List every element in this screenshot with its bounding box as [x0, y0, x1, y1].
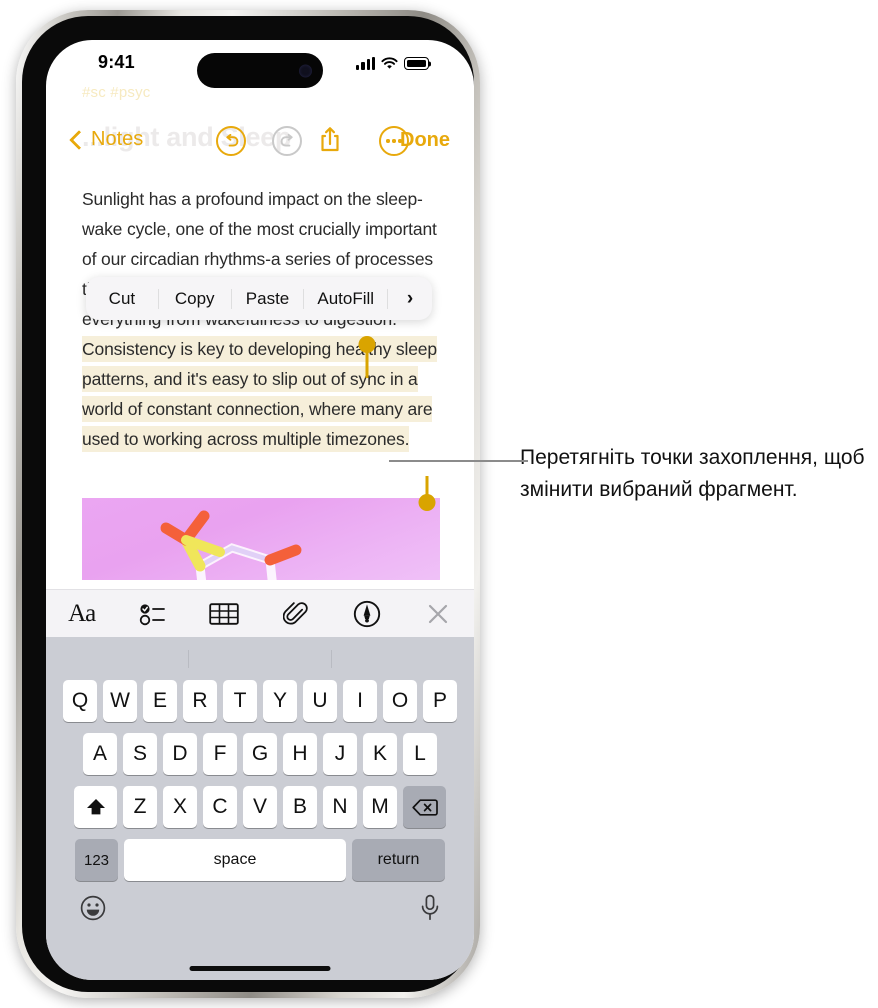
- text-format-button[interactable]: Aa: [46, 590, 117, 638]
- prediction-slot[interactable]: [46, 649, 189, 668]
- key-l[interactable]: L: [403, 733, 437, 775]
- more-menu-chevron-icon[interactable]: ›: [388, 288, 432, 310]
- keyboard-row-1: Q W E R T Y U I O P: [46, 680, 474, 722]
- keyboard-row-4: 123 space return: [46, 839, 474, 881]
- table-icon: [209, 603, 240, 625]
- key-i[interactable]: I: [343, 680, 377, 722]
- back-label: Notes: [91, 128, 144, 150]
- microphone-icon[interactable]: [420, 894, 440, 922]
- status-indicators: [356, 54, 429, 70]
- text-context-menu[interactable]: Cut Copy Paste AutoFill ›: [86, 277, 432, 320]
- redo-button[interactable]: [272, 126, 302, 156]
- autofill-menu-item[interactable]: AutoFill: [304, 288, 389, 309]
- note-content-area[interactable]: Sunlight has a profound impact on the sl…: [46, 176, 474, 580]
- cut-menu-item[interactable]: Cut: [86, 288, 159, 309]
- callout-text: Перетягніть точки захоплення, щоб змінит…: [520, 446, 865, 501]
- close-toolbar-button[interactable]: [403, 590, 474, 638]
- share-up-arrow-icon: [321, 127, 339, 152]
- phone-screen: #sc #psyc ...light and Sleep 9:41 Notes …: [46, 40, 474, 980]
- numbers-key[interactable]: 123: [75, 839, 118, 881]
- done-button[interactable]: Done: [400, 129, 450, 152]
- shift-key[interactable]: [74, 786, 117, 828]
- handle-bar: [365, 348, 369, 378]
- on-screen-keyboard[interactable]: Q W E R T Y U I O P A S D F G H J K L Z …: [46, 637, 474, 980]
- navigation-bar: Notes Done: [46, 126, 474, 168]
- note-format-toolbar: Aa: [46, 589, 474, 638]
- share-button[interactable]: [318, 124, 342, 161]
- key-z[interactable]: Z: [123, 786, 157, 828]
- redo-arrow-icon: [272, 126, 302, 156]
- key-e[interactable]: E: [143, 680, 177, 722]
- phone-bezel: #sc #psyc ...light and Sleep 9:41 Notes …: [22, 16, 474, 992]
- markup-button[interactable]: [331, 590, 402, 638]
- text-format-label: Aa: [68, 600, 96, 627]
- predictive-text-bar[interactable]: [46, 637, 474, 680]
- backspace-icon: [411, 798, 438, 816]
- checklist-icon: [139, 604, 165, 626]
- chevron-left-icon: [69, 129, 89, 150]
- shift-arrow-icon: [86, 799, 105, 815]
- key-d[interactable]: D: [163, 733, 197, 775]
- backspace-key[interactable]: [403, 786, 446, 828]
- status-bar: 9:41: [46, 40, 474, 92]
- home-indicator: [189, 966, 331, 971]
- key-p[interactable]: P: [423, 680, 457, 722]
- key-x[interactable]: X: [163, 786, 197, 828]
- callout-leader-line: [389, 460, 528, 462]
- key-f[interactable]: F: [203, 733, 237, 775]
- phone-frame: #sc #psyc ...light and Sleep 9:41 Notes …: [16, 10, 480, 998]
- cellular-signal-icon: [356, 57, 375, 70]
- undo-arrow-icon: [216, 126, 246, 156]
- emoji-smiley-icon[interactable]: [80, 895, 106, 921]
- battery-icon: [404, 57, 429, 70]
- attachment-button[interactable]: [260, 590, 331, 638]
- back-to-notes-button[interactable]: Notes: [69, 128, 144, 151]
- prediction-slot[interactable]: [332, 650, 474, 668]
- status-time: 9:41: [98, 52, 135, 72]
- copy-menu-item[interactable]: Copy: [159, 288, 232, 309]
- key-g[interactable]: G: [243, 733, 277, 775]
- key-s[interactable]: S: [123, 733, 157, 775]
- prediction-slot[interactable]: [189, 649, 332, 668]
- key-b[interactable]: B: [283, 786, 317, 828]
- front-camera-icon: [299, 64, 312, 77]
- key-t[interactable]: T: [223, 680, 257, 722]
- keyboard-row-3: Z X C V B N M: [46, 786, 474, 828]
- wifi-icon: [381, 57, 398, 69]
- key-k[interactable]: K: [363, 733, 397, 775]
- molecule-illustration: [160, 510, 302, 580]
- key-a[interactable]: A: [83, 733, 117, 775]
- dynamic-island: [197, 53, 323, 88]
- key-v[interactable]: V: [243, 786, 277, 828]
- return-key[interactable]: return: [352, 839, 445, 881]
- key-m[interactable]: M: [363, 786, 397, 828]
- undo-button[interactable]: [216, 126, 246, 156]
- key-o[interactable]: O: [383, 680, 417, 722]
- handle-knob-icon: [418, 494, 436, 511]
- keyboard-bottom-row: [46, 892, 474, 922]
- key-w[interactable]: W: [103, 680, 137, 722]
- paperclip-icon: [282, 602, 308, 625]
- markup-pen-icon: [353, 600, 381, 628]
- key-h[interactable]: H: [283, 733, 317, 775]
- key-j[interactable]: J: [323, 733, 357, 775]
- note-image-attachment[interactable]: [82, 498, 440, 580]
- checklist-button[interactable]: [117, 590, 188, 638]
- key-c[interactable]: C: [203, 786, 237, 828]
- key-q[interactable]: Q: [63, 680, 97, 722]
- paste-menu-item[interactable]: Paste: [232, 288, 305, 309]
- key-r[interactable]: R: [183, 680, 217, 722]
- close-icon: [429, 604, 448, 624]
- space-key[interactable]: space: [124, 839, 346, 881]
- selected-text[interactable]: Consistency is key to developing healthy…: [82, 336, 437, 452]
- key-y[interactable]: Y: [263, 680, 297, 722]
- table-button[interactable]: [189, 590, 260, 638]
- key-u[interactable]: U: [303, 680, 337, 722]
- key-n[interactable]: N: [323, 786, 357, 828]
- keyboard-row-2: A S D F G H J K L: [46, 733, 474, 775]
